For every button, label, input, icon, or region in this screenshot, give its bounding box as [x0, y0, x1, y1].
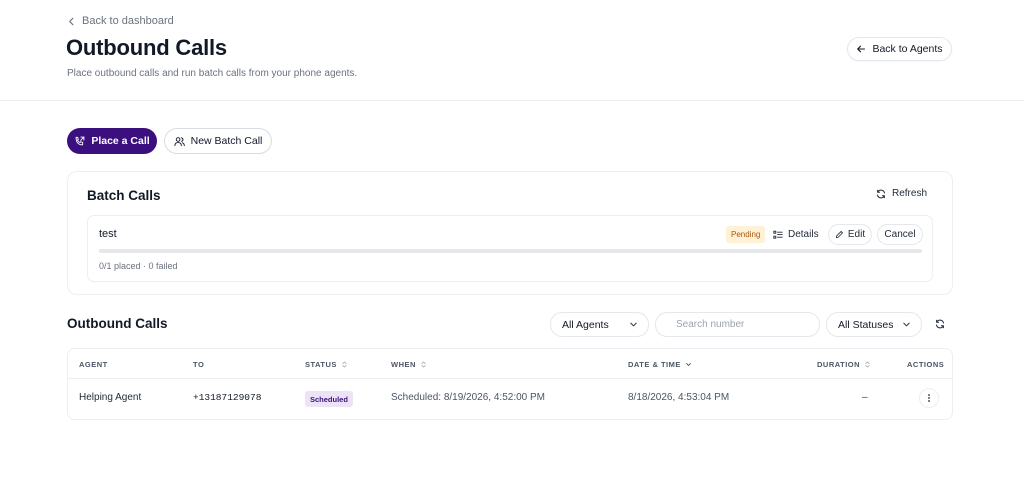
- page-title: Outbound Calls: [66, 35, 227, 60]
- status-filter-value: All Statuses: [838, 318, 894, 331]
- cell-duration: –: [862, 392, 868, 403]
- batch-item: test Pending Details Edit Cancel 0/1 pla…: [87, 215, 933, 282]
- column-header-to: To: [193, 360, 205, 369]
- column-header-datetime[interactable]: Date & Time: [628, 360, 692, 369]
- chevron-down-icon: [685, 363, 691, 366]
- column-header-status-label: Status: [305, 360, 337, 369]
- refresh-button[interactable]: Refresh: [876, 188, 927, 199]
- row-actions-button[interactable]: [919, 388, 939, 408]
- batch-calls-title: Batch Calls: [87, 188, 161, 203]
- details-button[interactable]: Details: [773, 225, 819, 244]
- batch-name: test: [99, 228, 117, 240]
- list-icon: [773, 230, 783, 239]
- chevron-down-icon: [903, 322, 910, 327]
- refresh-calls-button[interactable]: [929, 313, 951, 335]
- place-call-label: Place a Call: [91, 135, 150, 147]
- back-to-agents-button[interactable]: Back to Agents: [847, 37, 952, 61]
- cell-agent: Helping Agent: [79, 392, 142, 403]
- back-to-dashboard-label: Back to dashboard: [82, 15, 174, 27]
- new-batch-call-label: New Batch Call: [190, 135, 263, 147]
- batch-progress-meta: 0/1 placed · 0 failed: [99, 261, 178, 271]
- batch-calls-card: Batch Calls Refresh test Pending Details…: [67, 171, 953, 295]
- column-header-agent: Agent: [79, 360, 108, 369]
- table-header: Agent To Status When Date & Time Duratio…: [68, 349, 952, 379]
- cancel-button[interactable]: Cancel: [877, 224, 923, 245]
- column-header-duration[interactable]: Duration: [817, 360, 871, 369]
- more-vertical-icon: [928, 394, 930, 402]
- cell-when: Scheduled: 8/19/2026, 4:52:00 PM: [391, 392, 546, 403]
- status-filter-select[interactable]: All Statuses: [826, 312, 922, 337]
- column-header-when-label: When: [391, 360, 416, 369]
- chevron-left-icon: [69, 17, 74, 25]
- column-header-datetime-label: Date & Time: [628, 360, 681, 369]
- column-header-actions: Actions: [907, 360, 945, 369]
- refresh-icon: [936, 319, 944, 329]
- search-number-input[interactable]: [655, 312, 820, 337]
- batch-progress-bar: [99, 249, 922, 253]
- edit-button[interactable]: Edit: [828, 224, 872, 245]
- users-icon: [174, 136, 185, 146]
- pencil-icon: [835, 231, 843, 239]
- outbound-calls-table: Agent To Status When Date & Time Duratio…: [67, 348, 953, 420]
- cell-datetime: 8/18/2026, 4:53:04 PM: [628, 392, 730, 403]
- refresh-label: Refresh: [891, 188, 927, 199]
- phone-outgoing-icon: [75, 136, 85, 145]
- cell-to: +13187129078: [193, 392, 262, 403]
- column-header-status[interactable]: Status: [305, 360, 348, 369]
- new-batch-call-button[interactable]: New Batch Call: [164, 128, 272, 154]
- page-header: Back to dashboard Outbound Calls Place o…: [0, 0, 1024, 101]
- back-to-dashboard-link[interactable]: Back to dashboard: [67, 15, 174, 27]
- sort-icon: [342, 361, 347, 368]
- agent-filter-value: All Agents: [562, 318, 609, 331]
- agent-filter-select[interactable]: All Agents: [550, 312, 649, 337]
- outbound-calls-title: Outbound Calls: [67, 316, 168, 331]
- details-label: Details: [788, 229, 819, 240]
- column-header-duration-label: Duration: [817, 360, 861, 369]
- sort-icon: [865, 361, 870, 368]
- column-header-when[interactable]: When: [391, 360, 427, 369]
- sort-icon: [421, 361, 426, 368]
- edit-label: Edit: [847, 229, 866, 240]
- arrow-left-icon: [857, 45, 866, 53]
- status-badge: Scheduled: [305, 391, 353, 407]
- refresh-icon: [876, 189, 885, 198]
- chevron-down-icon: [630, 322, 637, 327]
- page-subtitle: Place outbound calls and run batch calls…: [67, 68, 358, 79]
- place-call-button[interactable]: Place a Call: [67, 128, 157, 154]
- back-to-agents-label: Back to Agents: [872, 43, 943, 55]
- status-badge: Pending: [726, 226, 766, 243]
